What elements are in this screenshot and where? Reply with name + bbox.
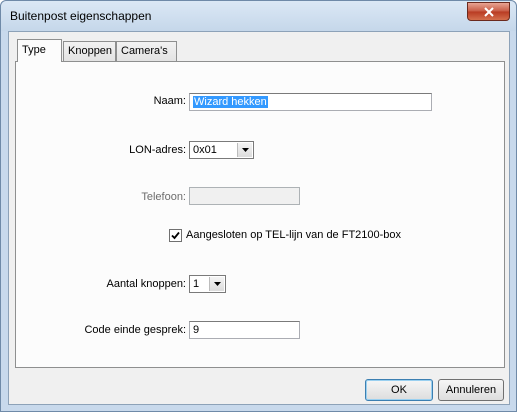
telefoon-label: Telefoon:	[141, 191, 186, 203]
chevron-down-icon	[213, 282, 221, 286]
code-einde-value: 9	[193, 324, 200, 336]
ok-button[interactable]: OK	[365, 379, 433, 401]
tab-type[interactable]: Type	[17, 39, 62, 62]
chevron-down-icon	[241, 148, 249, 152]
tab-panel-type: Naam: Wizard hekken LON-adres: 0x01 Tele…	[15, 61, 505, 368]
aantal-knoppen-value: 1	[193, 278, 200, 290]
title-bar[interactable]: Buitenpost eigenschappen	[1, 1, 516, 31]
tab-cameras-label: Camera's	[121, 45, 168, 57]
naam-value: Wizard hekken	[193, 96, 268, 108]
check-icon	[171, 231, 180, 240]
aantal-knoppen-select[interactable]: 1	[189, 275, 226, 293]
aangesloten-checkbox[interactable]	[169, 229, 182, 242]
tab-type-label: Type	[22, 44, 46, 56]
aantal-knoppen-dropdown-button[interactable]	[209, 277, 224, 291]
close-button[interactable]	[467, 2, 510, 21]
dialog-window: Buitenpost eigenschappen Type Knoppen Ca…	[0, 0, 517, 412]
lon-adres-label: LON-adres:	[129, 144, 186, 156]
close-icon	[483, 6, 494, 17]
code-einde-field[interactable]: 9	[189, 321, 300, 339]
cancel-button-label: Annuleren	[445, 384, 497, 396]
tab-knoppen-label: Knoppen	[68, 45, 113, 57]
window-title: Buitenpost eigenschappen	[10, 9, 152, 23]
telefoon-field[interactable]	[189, 187, 300, 205]
tab-knoppen[interactable]: Knoppen	[63, 41, 116, 61]
ok-button-label: OK	[391, 384, 407, 396]
naam-label: Naam:	[153, 95, 186, 107]
naam-field[interactable]: Wizard hekken	[189, 93, 432, 111]
aangesloten-label[interactable]: Aangesloten op TEL-lijn van de FT2100-bo…	[186, 229, 401, 241]
code-einde-label: Code einde gesprek:	[84, 324, 186, 336]
cancel-button[interactable]: Annuleren	[438, 379, 504, 401]
lon-adres-select[interactable]: 0x01	[189, 141, 254, 159]
dialog-client-area: Type Knoppen Camera's Naam: Wizard hekke…	[8, 31, 510, 405]
tab-cameras[interactable]: Camera's	[116, 41, 177, 61]
lon-adres-value: 0x01	[193, 144, 217, 156]
aantal-knoppen-label: Aantal knoppen:	[106, 278, 186, 290]
lon-adres-dropdown-button[interactable]	[237, 143, 252, 157]
